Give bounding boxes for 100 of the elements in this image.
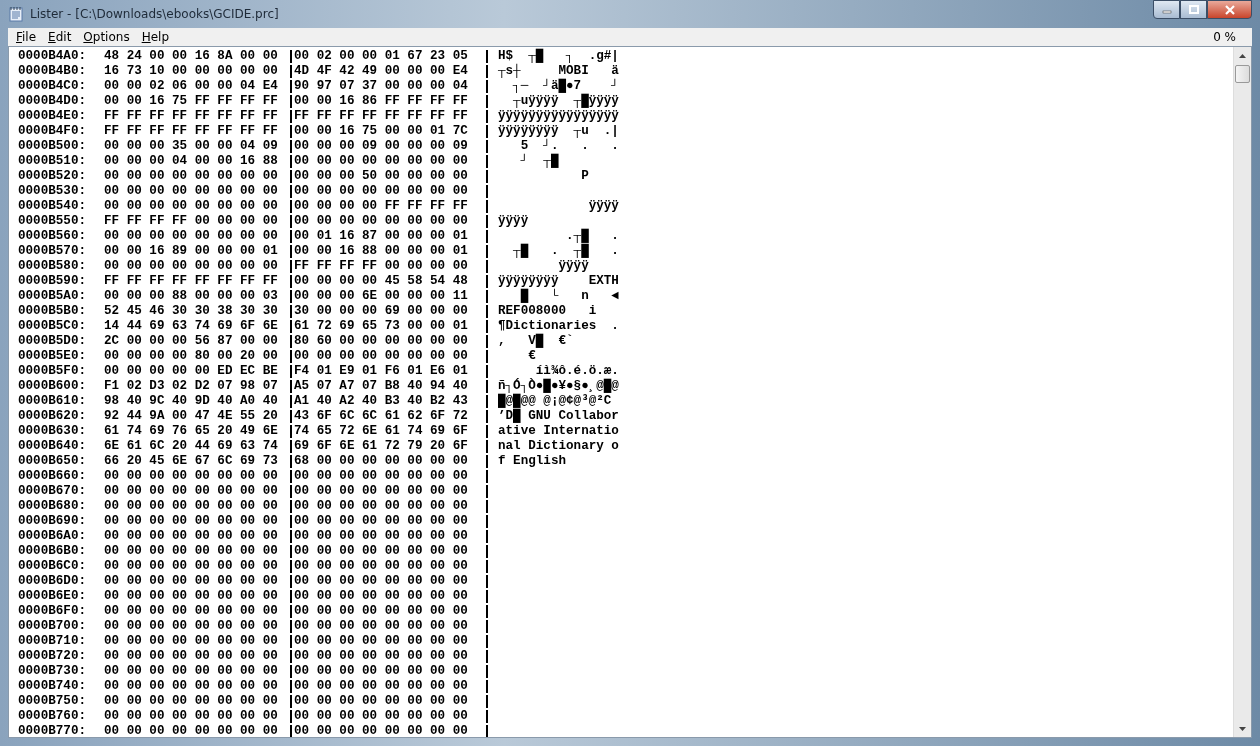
offset-text: 0000B760: [18,709,88,724]
offset-text: 0000B4A0: [18,49,88,64]
ascii-text: ┐─ ┘ä█●7 ┘ [511,79,619,93]
offset-text: 0000B770: [18,724,88,737]
offset-text: 0000B660: [18,469,88,484]
offset-text: 0000B670: [18,484,88,499]
hex-bytes: A1 40 A2 40 B3 40 B2 43 [294,394,469,409]
hex-bytes: 00 00 00 00 00 00 00 00 [104,619,279,634]
notepad-icon [8,6,24,22]
minimize-button[interactable] [1153,0,1180,19]
offset-text: 0000B6B0: [18,544,88,559]
offset-text: 0000B560: [18,229,88,244]
hex-bytes: 00 00 00 00 00 00 00 00 [104,169,279,184]
hex-bytes: 00 00 00 00 00 00 00 00 [104,709,279,724]
hex-bytes: 00 00 16 86 FF FF FF FF [294,94,469,109]
hex-bytes: 00 01 16 87 00 00 00 01 [294,229,469,244]
hex-bytes: 30 00 00 00 69 00 00 00 [294,304,469,319]
menu-item[interactable]: Options [77,30,136,44]
hex-bytes: 00 00 00 00 00 00 00 00 [294,514,469,529]
offset-text: 0000B4F0: [18,124,88,139]
hex-bytes: 61 74 69 76 65 20 49 6E [104,424,279,439]
offset-text: 0000B5B0: [18,304,88,319]
scroll-up-icon [1239,53,1246,58]
offset-text: 0000B5F0: [18,364,88,379]
hex-bytes: 00 00 00 00 00 00 00 00 [294,544,469,559]
ascii-text: ¶Dictionaries . [498,319,619,333]
hex-bytes: 00 00 00 00 00 00 00 00 [294,559,469,574]
hex-bytes: 00 00 00 00 00 00 00 00 [294,469,469,484]
hex-bytes: FF FF FF FF FF FF FF FF [104,124,279,139]
hex-bytes: 98 40 9C 40 9D 40 A0 40 [104,394,279,409]
hex-bytes: 2C 00 00 00 56 87 00 00 [104,334,279,349]
offset-text: 0000B620: [18,409,88,424]
hex-bytes: 74 65 72 6E 61 74 69 6F [294,424,469,439]
offset-text: 0000B700: [18,619,88,634]
hex-bytes: 00 00 00 00 00 00 00 00 [294,679,469,694]
hex-bytes: 6E 61 6C 20 44 69 63 74 [104,439,279,454]
ascii-text: H$ ┬█ ┐ .g#| [498,49,619,63]
hex-bytes: 00 00 00 09 00 00 00 09 [294,139,469,154]
hex-bytes: 00 00 00 00 00 00 00 00 [294,589,469,604]
offset-text: 0000B510: [18,154,88,169]
offset-text: 0000B5A0: [18,289,88,304]
hex-bytes: 00 00 00 00 00 00 00 00 [294,349,469,364]
hex-bytes: 16 73 10 00 00 00 00 00 [104,64,279,79]
offset-text: 0000B4D0: [18,94,88,109]
close-icon [1223,4,1236,15]
menu-item[interactable]: Help [135,30,176,44]
hex-bytes: 00 00 00 00 00 00 00 00 [294,184,469,199]
ascii-text: ┬s┼ MOBI ä [498,64,619,78]
hex-bytes: FF FF FF FF FF FF FF FF [294,109,469,124]
hex-bytes: 00 00 00 00 00 00 00 00 [104,499,279,514]
offset-text: 0000B520: [18,169,88,184]
offset-text: 0000B600: [18,379,88,394]
ascii-text: ÿÿÿÿÿÿÿÿ ┬u .| [498,124,619,138]
hex-bytes: 00 00 00 00 00 00 00 00 [104,634,279,649]
ascii-text: , V█ €` [498,334,574,348]
ascii-text: ÿÿÿÿ [498,214,529,228]
hex-bytes: 00 00 00 00 00 00 00 00 [104,529,279,544]
hex-bytes: 00 00 00 00 00 00 00 00 [294,214,469,229]
offset-text: 0000B4E0: [18,109,88,124]
hex-bytes: 00 00 16 75 00 00 01 7C [294,124,469,139]
scroll-thumb[interactable] [1235,65,1250,83]
hex-bytes: 00 00 00 04 00 00 16 88 [104,154,279,169]
hex-bytes: 00 00 02 06 00 00 04 E4 [104,79,279,94]
offset-text: 0000B550: [18,214,88,229]
menu-item[interactable]: File [10,30,43,44]
offset-text: 0000B5D0: [18,334,88,349]
hex-bytes: 00 00 00 00 45 58 54 48 [294,274,469,289]
hex-bytes: 80 60 00 00 00 00 00 00 [294,334,469,349]
hex-bytes: 00 00 00 00 00 00 00 00 [104,514,279,529]
hex-bytes: 00 00 00 00 00 00 00 00 [104,184,279,199]
offset-text: 0000B6F0: [18,604,88,619]
hex-bytes: FF FF FF FF FF FF FF FF [104,274,279,289]
maximize-button[interactable] [1180,0,1207,19]
offset-text: 0000B4C0: [18,79,88,94]
close-button[interactable] [1207,0,1252,19]
hex-bytes: 00 00 00 6E 00 00 00 11 [294,289,469,304]
hex-bytes: 00 00 00 00 00 00 00 00 [104,259,279,274]
hex-bytes: FF FF FF FF 00 00 00 00 [104,214,279,229]
ascii-text: ñ┐Ó┐Ò●█●¥●§●¸@█@ [498,379,619,393]
hex-bytes: FF FF FF FF FF FF FF FF [104,109,279,124]
ascii-text: ÿÿÿÿ [587,199,619,213]
ascii-text: ┬uÿÿÿÿ ┬█ÿÿÿÿ [512,94,619,108]
hex-bytes: 00 00 00 00 00 00 00 00 [294,619,469,634]
hex-bytes: 4D 4F 42 49 00 00 00 E4 [294,64,469,79]
hex-bytes: 43 6F 6C 6C 61 62 6F 72 [294,409,469,424]
hex-bytes: 00 00 00 00 00 00 00 00 [104,664,279,679]
ascii-text: ÿÿÿÿ [557,259,589,273]
hex-bytes: 00 00 00 35 00 00 04 09 [104,139,279,154]
hex-bytes: 00 00 16 88 00 00 00 01 [294,244,469,259]
menu-item[interactable]: Edit [42,30,78,44]
hex-bytes: 00 00 00 00 00 00 00 00 [104,559,279,574]
vertical-scrollbar[interactable] [1233,47,1251,737]
hex-bytes: 00 00 00 00 00 00 00 00 [294,634,469,649]
percent-label: 0 % [1213,30,1237,44]
offset-text: 0000B690: [18,514,88,529]
hex-bytes: 61 72 69 65 73 00 00 01 [294,319,469,334]
offset-text: 0000B590: [18,274,88,289]
hex-bytes: 00 00 00 00 00 ED EC BE [104,364,279,379]
hex-bytes: 00 00 00 00 FF FF FF FF [294,199,469,214]
ascii-text: ┘ ┬█ [519,154,559,168]
